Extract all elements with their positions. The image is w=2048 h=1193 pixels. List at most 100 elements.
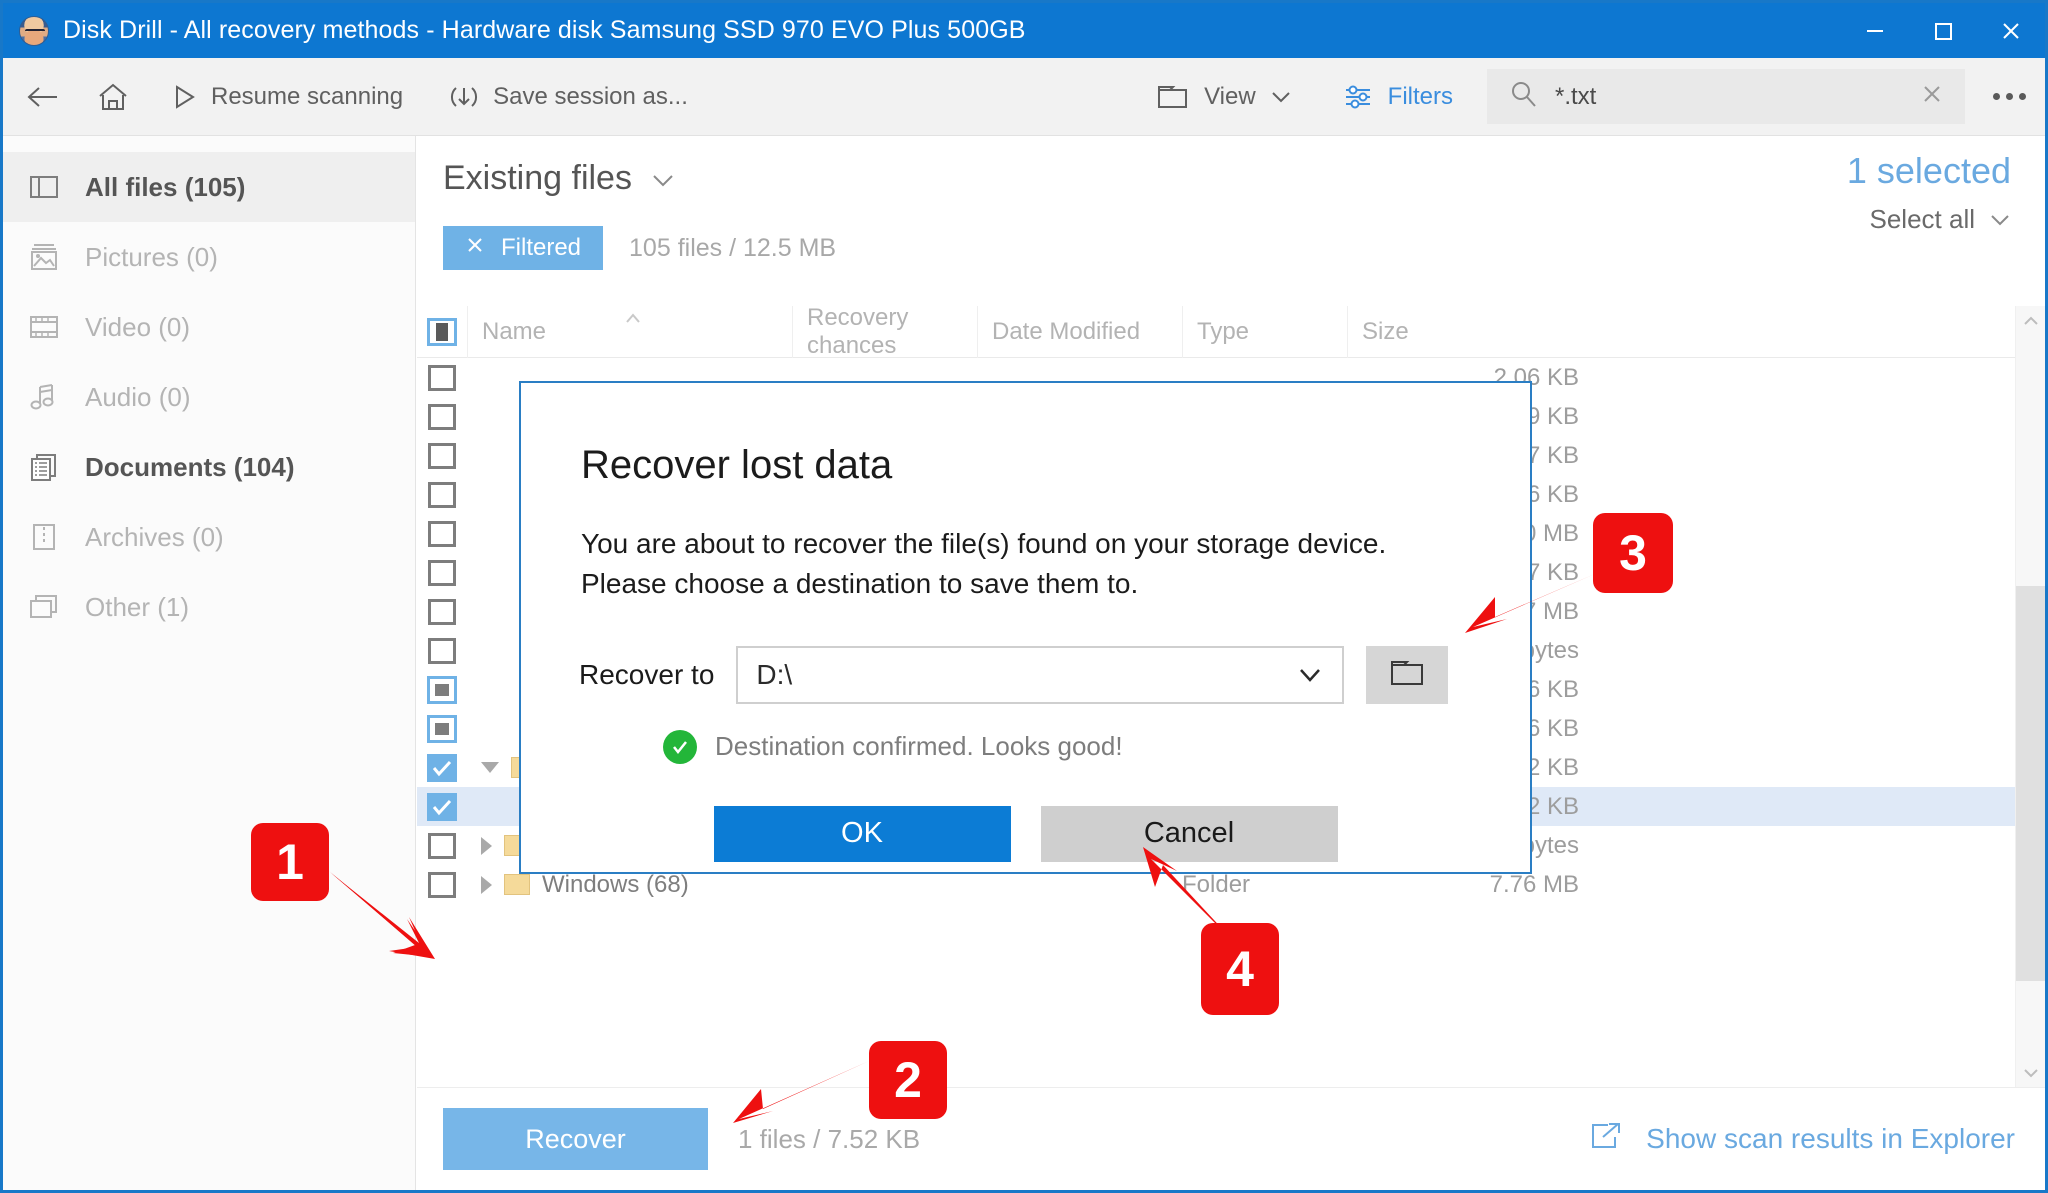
back-button[interactable]: [3, 68, 75, 126]
row-checkbox[interactable]: [428, 637, 456, 664]
row-checkbox[interactable]: [428, 520, 456, 547]
filter-row: Filtered 105 files / 12.5 MB: [443, 226, 836, 270]
row-checkbox-cell[interactable]: [417, 748, 467, 787]
annotation-marker-3: 3: [1593, 513, 1673, 593]
sidebar-item-archives[interactable]: Archives (0): [3, 502, 415, 572]
expand-spacer: [481, 450, 499, 461]
scrollbar-thumb[interactable]: [2016, 586, 2045, 981]
row-checkbox-cell[interactable]: [417, 787, 467, 826]
sidebar-item-all-files[interactable]: All files (105): [3, 152, 415, 222]
select-all-label: Select all: [1869, 204, 1976, 234]
column-header-name[interactable]: Name: [467, 305, 792, 358]
row-checkbox-cell[interactable]: [417, 670, 467, 709]
annotation-arrow-1: [329, 871, 435, 959]
resume-scanning-button[interactable]: Resume scanning: [151, 68, 417, 126]
ok-button[interactable]: OK: [713, 805, 1011, 862]
search-box[interactable]: [1487, 69, 1965, 124]
row-checkbox[interactable]: [428, 832, 456, 859]
sidebar-item-video[interactable]: Video (0): [3, 292, 415, 362]
view-button[interactable]: View: [1142, 68, 1306, 126]
destination-confirmation-text: Destination confirmed. Looks good!: [715, 731, 1123, 761]
save-session-button[interactable]: Save session as...: [417, 68, 702, 126]
close-button[interactable]: [1977, 3, 2045, 58]
expand-spacer: [481, 723, 499, 734]
all-files-icon: [27, 173, 61, 201]
row-checkbox-cell[interactable]: [417, 358, 467, 397]
row-checkbox-cell[interactable]: [417, 397, 467, 436]
close-icon[interactable]: [465, 234, 485, 262]
scroll-down-icon[interactable]: [2016, 1058, 2045, 1088]
row-checkbox-cell[interactable]: [417, 631, 467, 670]
column-header-date-modified[interactable]: Date Modified: [977, 305, 1182, 358]
content-header: Existing files Filtered 105 files / 12.5…: [417, 136, 2045, 306]
column-header-size[interactable]: Size: [1347, 305, 1597, 358]
collapse-triangle-icon[interactable]: [481, 762, 499, 773]
open-in-explorer-icon: [1588, 1120, 1624, 1159]
arrow-left-icon: [27, 84, 61, 110]
row-checkbox[interactable]: [428, 403, 456, 430]
select-all-checkbox-cell[interactable]: [417, 306, 467, 358]
select-all-checkbox[interactable]: [427, 317, 457, 346]
row-checkbox-cell[interactable]: [417, 826, 467, 865]
column-header-recovery-chances[interactable]: Recovery chances: [792, 304, 977, 359]
sidebar-label-all-files: All files (105): [85, 171, 246, 202]
row-checkbox-cell[interactable]: [417, 475, 467, 514]
vertical-scrollbar[interactable]: [2015, 306, 2045, 1088]
row-checkbox-cell[interactable]: [417, 436, 467, 475]
sidebar-item-pictures[interactable]: Pictures (0): [3, 222, 415, 292]
expand-triangle-icon[interactable]: [481, 875, 492, 894]
search-input[interactable]: [1555, 82, 1899, 111]
row-checkbox-cell[interactable]: [417, 709, 467, 748]
browse-destination-button[interactable]: [1366, 645, 1449, 704]
maximize-button[interactable]: [1909, 3, 1977, 58]
expand-spacer: [481, 489, 499, 500]
folder-icon: [1388, 657, 1426, 692]
row-checkbox-cell[interactable]: [417, 514, 467, 553]
sidebar-item-documents[interactable]: Documents (104): [3, 432, 415, 502]
row-checkbox-cell[interactable]: [417, 592, 467, 631]
row-checkbox[interactable]: [427, 675, 457, 704]
expand-spacer: [481, 684, 499, 695]
destination-select[interactable]: D:\: [736, 645, 1345, 704]
row-checkbox[interactable]: [427, 714, 457, 743]
row-checkbox[interactable]: [427, 792, 457, 821]
main-toolbar: Resume scanning Save session as... View: [3, 58, 2045, 136]
expand-triangle-icon[interactable]: [481, 836, 492, 855]
dialog-buttons: OK Cancel: [521, 805, 1530, 862]
recover-button[interactable]: Recover: [443, 1108, 708, 1170]
home-button[interactable]: [75, 68, 151, 126]
expand-spacer: [481, 372, 499, 383]
scroll-up-icon[interactable]: [2016, 306, 2045, 336]
chevron-down-icon: [1989, 204, 2011, 235]
view-mode-dropdown[interactable]: Existing files: [443, 159, 676, 198]
picture-icon: [27, 242, 61, 272]
documents-icon: [27, 452, 61, 482]
row-checkbox-cell[interactable]: [417, 553, 467, 592]
row-checkbox[interactable]: [428, 559, 456, 586]
sidebar-item-other[interactable]: Other (1): [3, 572, 415, 642]
sidebar-item-audio[interactable]: Audio (0): [3, 362, 415, 432]
more-dots-icon[interactable]: [1973, 68, 2045, 126]
recover-to-label: Recover to: [579, 658, 715, 690]
filters-button[interactable]: Filters: [1328, 68, 1467, 126]
row-checkbox[interactable]: [428, 364, 456, 391]
check-circle-icon: [663, 729, 697, 764]
sidebar-label-other: Other (1): [85, 591, 190, 622]
search-clear-icon[interactable]: [1919, 81, 1945, 112]
column-header-type[interactable]: Type: [1182, 305, 1347, 358]
row-checkbox[interactable]: [428, 442, 456, 469]
annotation-marker-1: 1: [251, 823, 329, 901]
select-all-dropdown[interactable]: Select all: [1847, 204, 2011, 235]
files-count-label: 105 files / 12.5 MB: [629, 233, 837, 262]
row-checkbox[interactable]: [428, 598, 456, 625]
filtered-chip[interactable]: Filtered: [443, 226, 604, 270]
disk-drill-window: Disk Drill - All recovery methods - Hard…: [0, 0, 2048, 1193]
video-icon: [27, 313, 61, 341]
row-checkbox[interactable]: [427, 753, 457, 782]
expand-spacer: [481, 411, 499, 422]
sidebar-label-audio: Audio (0): [85, 381, 191, 412]
row-checkbox[interactable]: [428, 481, 456, 508]
minimize-button[interactable]: [1841, 3, 1909, 58]
destination-value: D:\: [756, 658, 793, 690]
show-scan-results-in-explorer-link[interactable]: Show scan results in Explorer: [1588, 1120, 2015, 1159]
